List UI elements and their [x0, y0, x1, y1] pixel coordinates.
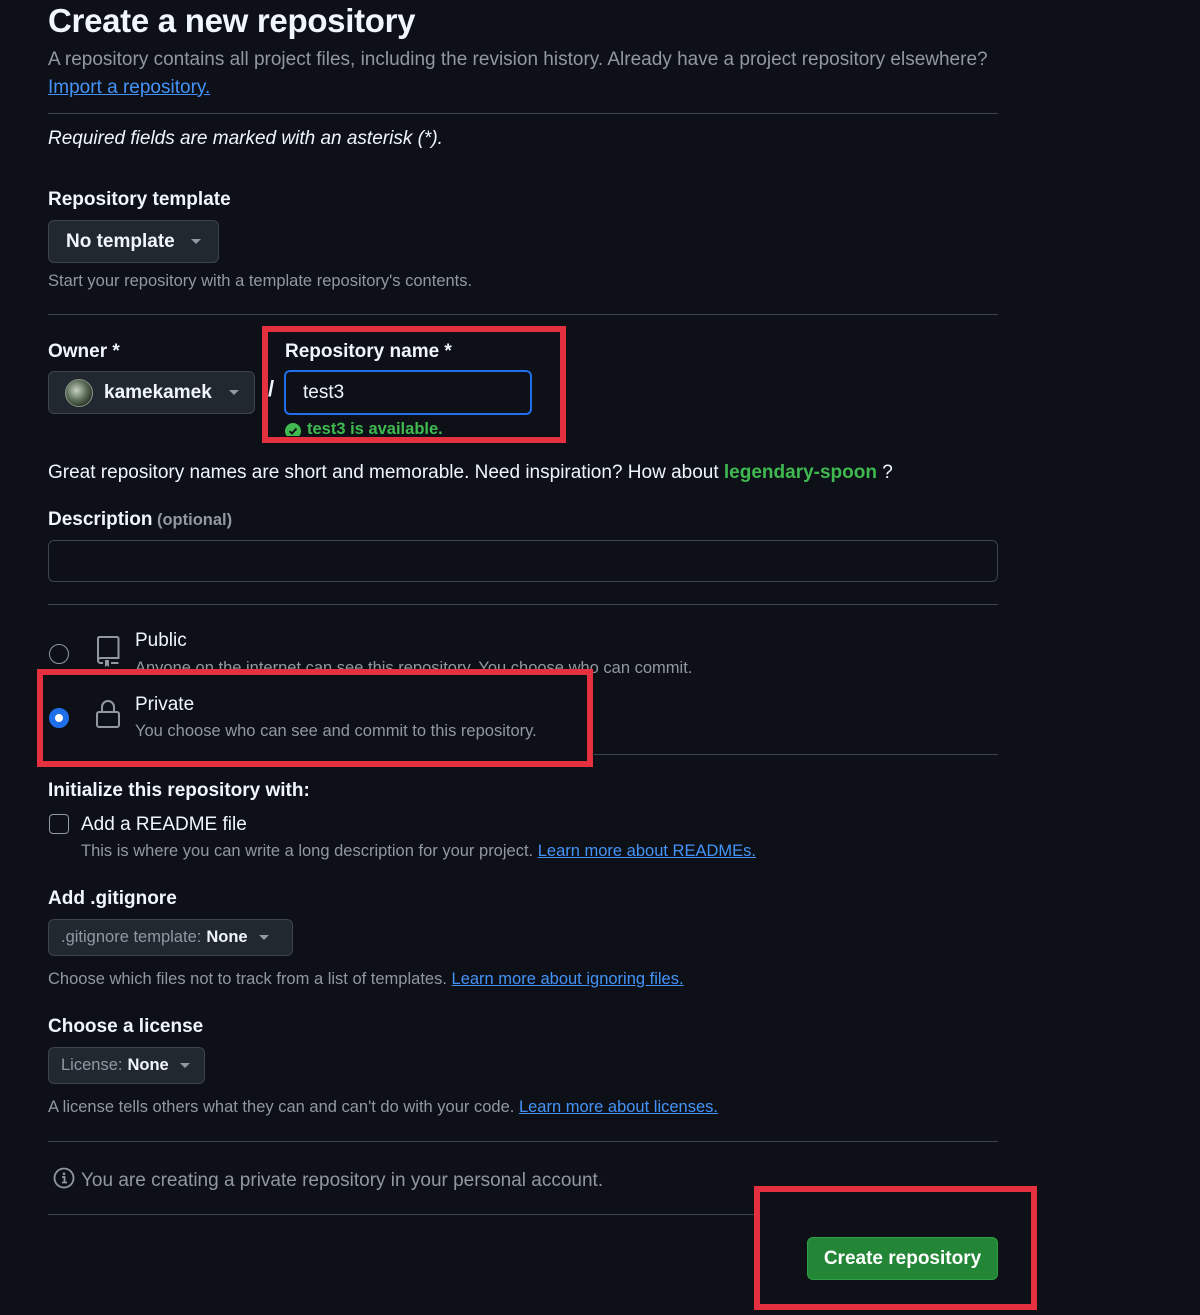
public-radio[interactable] — [49, 644, 69, 664]
caret-down-icon — [258, 935, 269, 940]
suggestion-suffix: ? — [882, 462, 893, 483]
owner-name: kamekamek — [104, 381, 212, 403]
template-dropdown[interactable]: No template — [48, 220, 219, 263]
gitignore-hint-row: Choose which files not to track from a l… — [48, 970, 684, 989]
highlight-repo-name — [262, 326, 566, 443]
license-value: None — [127, 1056, 169, 1074]
divider — [48, 113, 998, 114]
owner-dropdown[interactable]: kamekamek — [48, 371, 255, 414]
readme-desc-row: This is where you can write a long descr… — [81, 842, 756, 861]
divider — [48, 604, 998, 605]
description-label-row: Description (optional) — [48, 509, 232, 531]
info-icon — [53, 1167, 75, 1195]
license-hint-row: A license tells others what they can and… — [48, 1098, 718, 1117]
readme-desc: This is where you can write a long descr… — [81, 842, 534, 860]
readme-checkbox[interactable] — [49, 814, 69, 834]
highlight-create-button — [754, 1186, 1037, 1310]
name-suggestion: Great repository names are short and mem… — [48, 462, 893, 484]
page-subtitle: A repository contains all project files,… — [48, 46, 988, 102]
subtitle-text: A repository contains all project files,… — [48, 49, 988, 70]
gitignore-dropdown[interactable]: .gitignore template: None — [48, 919, 293, 956]
license-prefix: License: — [61, 1056, 123, 1074]
description-label: Description — [48, 509, 153, 530]
description-optional: (optional) — [156, 511, 233, 529]
caret-down-icon — [179, 1063, 190, 1068]
description-input[interactable] — [48, 540, 998, 582]
gitignore-label: Add .gitignore — [48, 888, 177, 909]
suggestion-text: Great repository names are short and mem… — [48, 462, 719, 483]
gitignore-prefix: .gitignore template: — [61, 928, 202, 946]
import-repository-link[interactable]: Import a repository. — [48, 77, 210, 98]
readme-label: Add a README file — [81, 814, 247, 835]
caret-down-icon — [190, 239, 201, 244]
divider — [48, 314, 998, 315]
gitignore-hint: Choose which files not to track from a l… — [48, 970, 447, 988]
highlight-private-option — [37, 669, 593, 767]
template-hint: Start your repository with a template re… — [48, 272, 473, 290]
learn-licenses-link[interactable]: Learn more about licenses. — [519, 1098, 718, 1116]
public-title: Public — [135, 630, 187, 651]
repo-icon — [95, 634, 121, 673]
owner-label: Owner * — [48, 341, 120, 362]
learn-ignoring-link[interactable]: Learn more about ignoring files. — [452, 970, 684, 988]
page-title: Create a new repository — [48, 2, 416, 39]
divider — [592, 754, 998, 755]
license-hint: A license tells others what they can and… — [48, 1098, 515, 1116]
initialize-label: Initialize this repository with: — [48, 780, 310, 801]
template-label: Repository template — [48, 189, 231, 210]
caret-down-icon — [228, 390, 239, 395]
info-message: You are creating a private repository in… — [53, 1167, 603, 1195]
suggested-name-link[interactable]: legendary-spoon — [724, 462, 877, 483]
required-note: Required fields are marked with an aster… — [48, 128, 443, 149]
learn-readmes-link[interactable]: Learn more about READMEs. — [538, 842, 756, 860]
divider — [48, 1214, 758, 1215]
license-label: Choose a license — [48, 1016, 204, 1037]
divider — [48, 1141, 998, 1142]
license-dropdown[interactable]: License: None — [48, 1047, 205, 1084]
info-text: You are creating a private repository in… — [81, 1170, 604, 1191]
avatar — [65, 378, 93, 407]
template-dropdown-label: No template — [66, 230, 175, 252]
gitignore-value: None — [206, 928, 248, 946]
